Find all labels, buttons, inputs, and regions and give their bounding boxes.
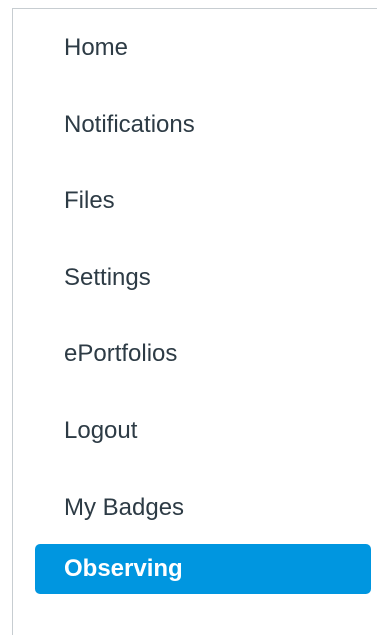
nav-item-label: ePortfolios bbox=[64, 340, 178, 367]
nav-item-label: Settings bbox=[64, 264, 151, 291]
nav-item-label: Logout bbox=[64, 417, 138, 444]
nav-item-label: My Badges bbox=[64, 494, 185, 521]
nav-item-files[interactable]: Files bbox=[35, 176, 371, 226]
nav-item-settings[interactable]: Settings bbox=[35, 253, 371, 303]
nav-item-label: Home bbox=[64, 34, 129, 61]
nav-item-my-badges[interactable]: My Badges bbox=[35, 483, 371, 533]
nav-item-home[interactable]: Home bbox=[35, 23, 371, 73]
nav-item-observing[interactable]: Observing bbox=[35, 544, 371, 594]
nav-item-notifications[interactable]: Notifications bbox=[35, 100, 371, 150]
nav-item-logout[interactable]: Logout bbox=[35, 406, 371, 456]
nav-item-label: Files bbox=[64, 187, 115, 214]
nav-item-eportfolios[interactable]: ePortfolios bbox=[35, 329, 371, 379]
account-navigation-tray: Home Notifications Files Settings ePortf… bbox=[12, 8, 377, 635]
nav-item-label: Observing bbox=[64, 555, 183, 582]
nav-item-label: Notifications bbox=[64, 111, 195, 138]
